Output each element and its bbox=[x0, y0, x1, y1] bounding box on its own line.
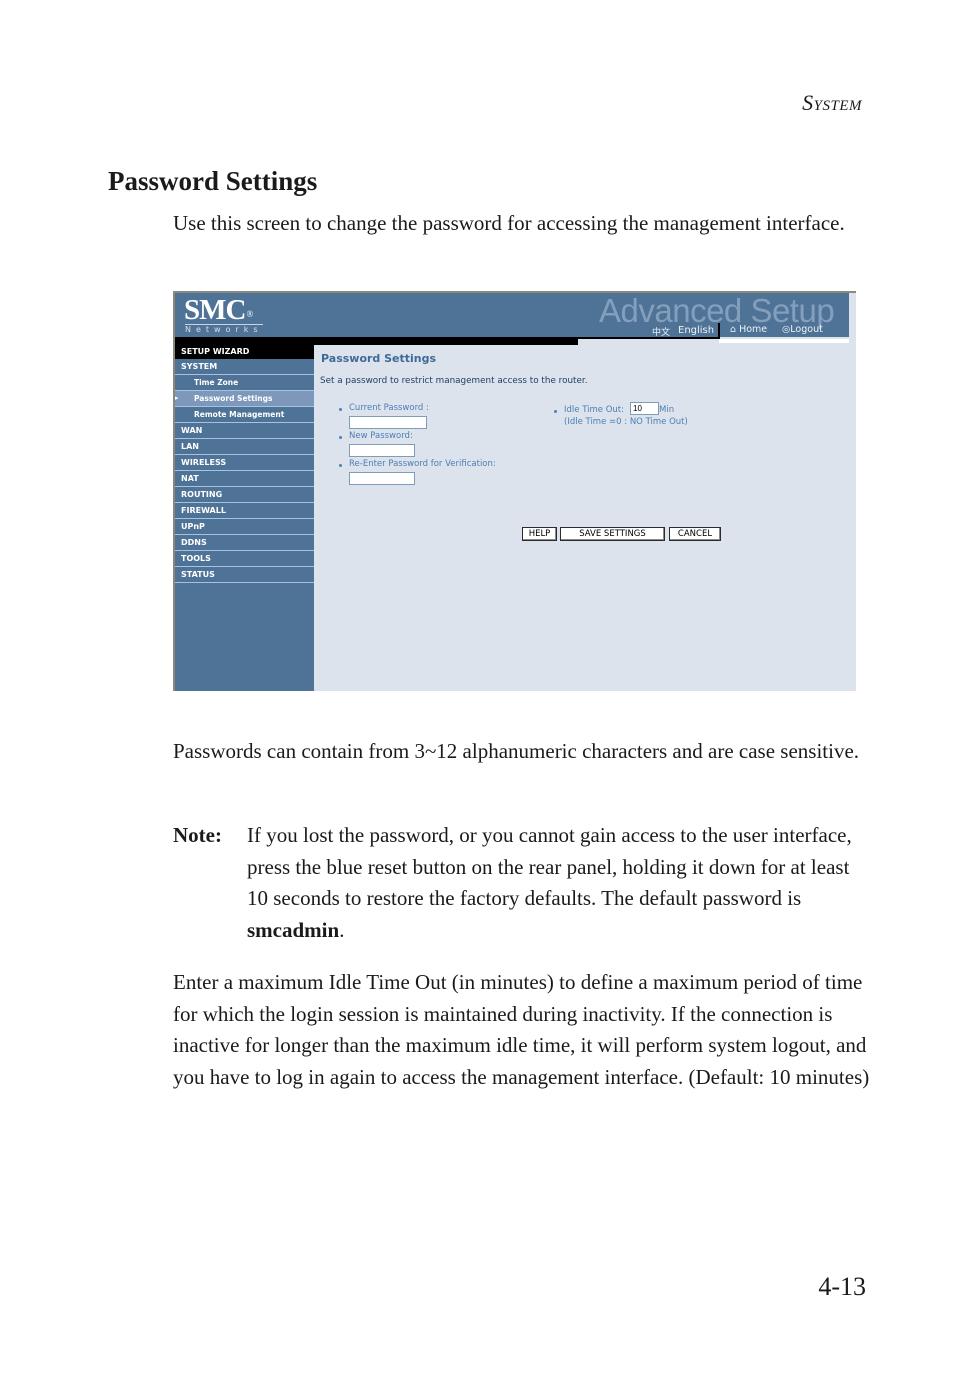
reenter-password-input[interactable] bbox=[349, 472, 415, 485]
tab-divider bbox=[718, 323, 720, 339]
brand-tagline: Networks bbox=[185, 324, 263, 334]
sidebar-item-tools[interactable]: TOOLS bbox=[175, 551, 314, 567]
settings-panel: Password Settings Set a password to rest… bbox=[314, 345, 849, 691]
sidebar-item-ddns[interactable]: DDNS bbox=[175, 535, 314, 551]
frame-gutter bbox=[849, 293, 856, 691]
reenter-password-label: Re-Enter Password for Verification: bbox=[349, 459, 496, 469]
panel-title: Password Settings bbox=[321, 352, 437, 365]
default-password: smcadmin bbox=[247, 917, 340, 942]
sidebar-item-password-settings[interactable]: ▸ Password Settings bbox=[175, 391, 314, 407]
sidebar-item-status[interactable]: STATUS bbox=[175, 567, 314, 583]
cancel-button[interactable]: CANCEL bbox=[669, 527, 721, 541]
new-password-input[interactable] bbox=[349, 444, 415, 457]
header-banner: SMC® Networks Advanced Setup 中文 English … bbox=[173, 293, 849, 338]
smc-logo: SMC® bbox=[184, 294, 253, 326]
note-label: Note: bbox=[173, 823, 222, 847]
current-password-label: Current Password : bbox=[349, 403, 429, 413]
home-label: Home bbox=[739, 324, 768, 335]
sidebar-item-firewall[interactable]: FIREWALL bbox=[175, 503, 314, 519]
logout-link[interactable]: ◎Logout bbox=[782, 324, 823, 335]
home-icon: ⌂ bbox=[730, 324, 737, 335]
panel-description: Set a password to restrict management ac… bbox=[320, 376, 588, 386]
intro-paragraph: Use this screen to change the password f… bbox=[173, 211, 845, 235]
sidebar-item-lan[interactable]: LAN bbox=[175, 439, 314, 455]
idle-timeout-label: Idle Time Out: bbox=[564, 405, 624, 415]
bullet-icon bbox=[554, 410, 557, 413]
password-rules-paragraph: Passwords can contain from 3~12 alphanum… bbox=[173, 739, 860, 763]
active-arrow-icon: ▸ bbox=[175, 394, 179, 402]
header-divider-thin bbox=[578, 337, 719, 339]
new-password-label: New Password: bbox=[349, 431, 413, 441]
save-settings-button[interactable]: SAVE SETTINGS bbox=[560, 527, 665, 541]
sidebar-item-upnp[interactable]: UPnP bbox=[175, 519, 314, 535]
sidebar-item-setup-wizard[interactable]: SETUP WIZARD bbox=[175, 345, 314, 359]
sidebar-item-system[interactable]: SYSTEM bbox=[175, 359, 314, 375]
sidebar-item-label: Password Settings bbox=[194, 394, 273, 403]
note-text-end: . bbox=[339, 917, 345, 942]
sidebar-item-wan[interactable]: WAN bbox=[175, 423, 314, 439]
logout-label: Logout bbox=[790, 324, 823, 335]
idle-timeout-unit: Min bbox=[659, 405, 675, 415]
sidebar-item-nat[interactable]: NAT bbox=[175, 471, 314, 487]
sidebar-item-routing[interactable]: ROUTING bbox=[175, 487, 314, 503]
sidebar-nav: SETUP WIZARD SYSTEM Time Zone ▸ Password … bbox=[175, 345, 314, 691]
header-divider bbox=[173, 337, 578, 345]
running-head-rest: YSTEM bbox=[813, 98, 862, 114]
note-block: Note: If you lost the password, or you c… bbox=[173, 820, 873, 946]
bullet-icon bbox=[339, 464, 342, 467]
note-body: If you lost the password, or you cannot … bbox=[247, 820, 862, 946]
brand-name: SMC bbox=[184, 294, 246, 326]
home-link[interactable]: ⌂ Home bbox=[730, 324, 767, 335]
running-head: SYSTEM bbox=[802, 90, 862, 116]
language-english-link[interactable]: English bbox=[678, 325, 714, 336]
registered-mark: ® bbox=[246, 309, 253, 319]
idle-timeout-input[interactable] bbox=[630, 402, 659, 415]
current-password-input[interactable] bbox=[349, 416, 427, 429]
sidebar-item-wireless[interactable]: WIRELESS bbox=[175, 455, 314, 471]
bullet-icon bbox=[339, 408, 342, 411]
tab-underline bbox=[719, 339, 849, 343]
bullet-icon bbox=[339, 436, 342, 439]
idle-timeout-paragraph: Enter a maximum Idle Time Out (in minute… bbox=[173, 970, 870, 1089]
section-title: Password Settings bbox=[108, 166, 318, 196]
running-head-initial: S bbox=[802, 90, 814, 115]
sidebar-item-time-zone[interactable]: Time Zone bbox=[175, 375, 314, 391]
page-number: 4-13 bbox=[818, 1272, 866, 1301]
help-button[interactable]: HELP bbox=[522, 527, 557, 541]
note-text: If you lost the password, or you cannot … bbox=[247, 823, 852, 910]
idle-timeout-hint: (Idle Time =0 : NO Time Out) bbox=[564, 417, 688, 427]
sidebar-item-remote-management[interactable]: Remote Management bbox=[175, 407, 314, 423]
router-ui-screenshot: SMC® Networks Advanced Setup 中文 English … bbox=[173, 291, 856, 691]
